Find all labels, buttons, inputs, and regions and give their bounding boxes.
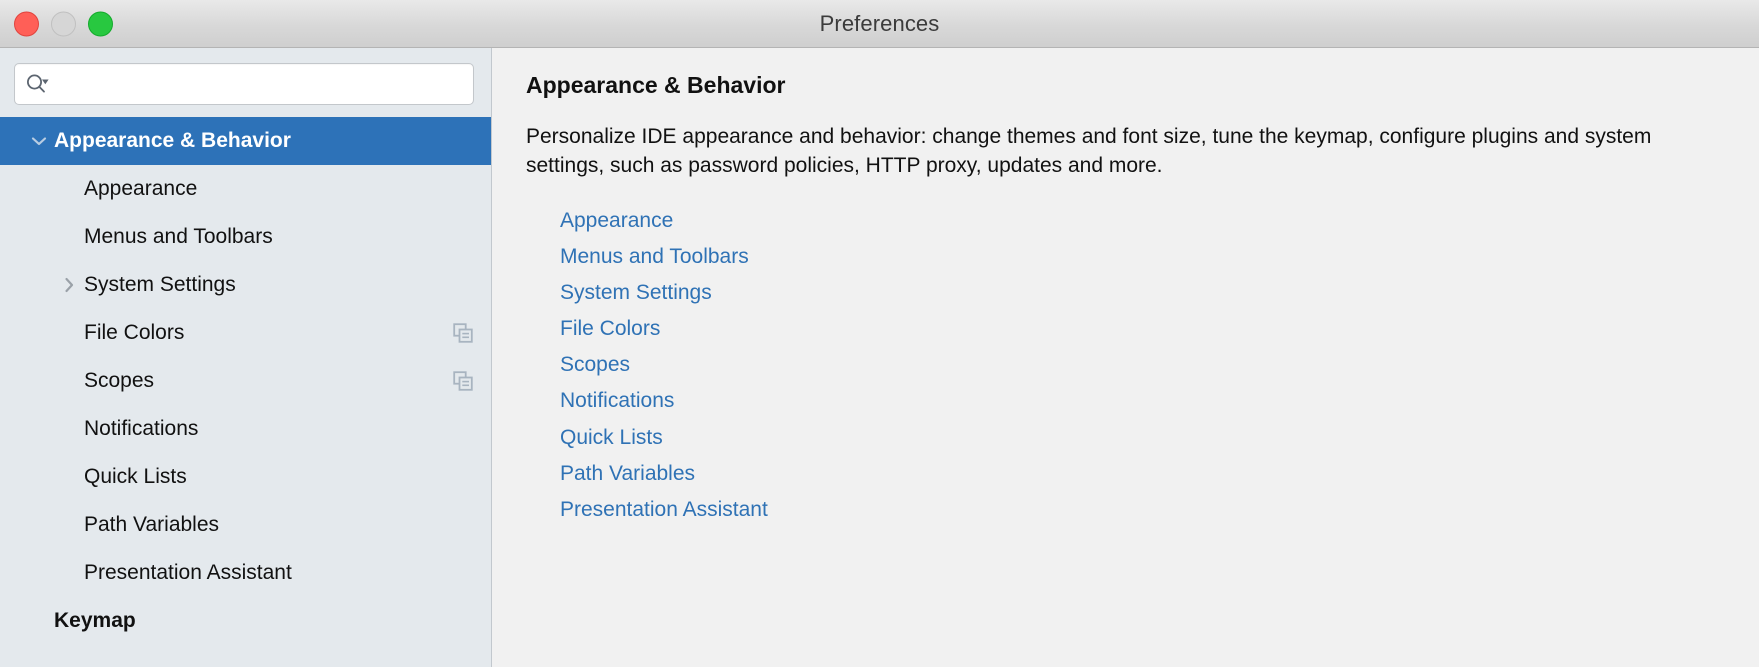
sidebar-item-label: Quick Lists <box>84 465 187 488</box>
copy-icon[interactable] <box>453 323 473 343</box>
settings-sidebar: Appearance & Behavior Appearance Menus and… <box>0 48 492 667</box>
window-content: Appearance & Behavior Appearance Menus and… <box>0 48 1759 667</box>
sidebar-item-label: Appearance <box>84 177 198 200</box>
sidebar-item-system-settings[interactable]: System Settings <box>0 261 491 309</box>
sidebar-item-keymap[interactable]: Keymap <box>0 597 491 645</box>
page-title: Appearance & Behavior <box>526 72 786 98</box>
minimize-window-button[interactable] <box>51 11 76 36</box>
panel-link-appearance[interactable]: Appearance <box>560 203 673 239</box>
search-container <box>0 48 491 117</box>
sidebar-item-label: Appearance & Behavior <box>54 129 291 152</box>
sidebar-item-notifications[interactable]: Notifications <box>0 405 491 453</box>
sidebar-item-quick-lists[interactable]: Quick Lists <box>0 453 491 501</box>
sidebar-item-file-colors[interactable]: File Colors <box>0 309 491 357</box>
sidebar-item-label: Keymap <box>54 609 136 632</box>
window-titlebar: Preferences <box>0 0 1759 48</box>
panel-link-path-variables[interactable]: Path Variables <box>560 456 695 492</box>
sidebar-item-label: Notifications <box>84 417 199 440</box>
page-description: Personalize IDE appearance and behavior:… <box>526 125 1652 177</box>
chevron-right-icon[interactable] <box>54 276 84 294</box>
sidebar-item-label: File Colors <box>84 321 185 344</box>
sidebar-item-appearance-behavior[interactable]: Appearance & Behavior <box>0 117 491 165</box>
chevron-down-icon[interactable] <box>24 135 54 147</box>
search-icon[interactable] <box>25 73 51 95</box>
panel-link-quick-lists[interactable]: Quick Lists <box>560 420 663 456</box>
zoom-window-button[interactable] <box>88 11 113 36</box>
preferences-window: Preferences Appearance & Behavior Appear… <box>0 0 1759 667</box>
sidebar-item-label: System Settings <box>84 273 236 296</box>
sidebar-item-path-variables[interactable]: Path Variables <box>0 501 491 549</box>
sidebar-item-label: Menus and Toolbars <box>84 225 273 248</box>
settings-tree: Appearance & Behavior Appearance Menus and… <box>0 117 491 667</box>
panel-link-menus-and-toolbars[interactable]: Menus and Toolbars <box>560 239 749 275</box>
search-box[interactable] <box>14 63 474 105</box>
panel-link-presentation-assistant[interactable]: Presentation Assistant <box>560 492 768 528</box>
settings-detail-panel: Appearance & Behavior Personalize IDE ap… <box>492 48 1759 667</box>
sidebar-item-presentation-assistant[interactable]: Presentation Assistant <box>0 549 491 597</box>
traffic-light-group <box>14 11 113 36</box>
settings-link-list: Appearance Menus and Toolbars System Setti… <box>526 203 1729 528</box>
copy-icon[interactable] <box>453 371 473 391</box>
sidebar-item-menus-and-toolbars[interactable]: Menus and Toolbars <box>0 213 491 261</box>
panel-link-file-colors[interactable]: File Colors <box>560 311 660 347</box>
window-title: Preferences <box>819 10 940 36</box>
panel-link-system-settings[interactable]: System Settings <box>560 275 712 311</box>
panel-link-scopes[interactable]: Scopes <box>560 347 630 383</box>
panel-link-notifications[interactable]: Notifications <box>560 383 674 419</box>
search-input[interactable] <box>51 74 463 94</box>
sidebar-item-scopes[interactable]: Scopes <box>0 357 491 405</box>
close-window-button[interactable] <box>14 11 39 36</box>
sidebar-item-label: Path Variables <box>84 513 220 536</box>
sidebar-item-label: Scopes <box>84 369 155 392</box>
sidebar-item-label: Presentation Assistant <box>84 561 292 584</box>
sidebar-item-appearance[interactable]: Appearance <box>0 165 491 213</box>
